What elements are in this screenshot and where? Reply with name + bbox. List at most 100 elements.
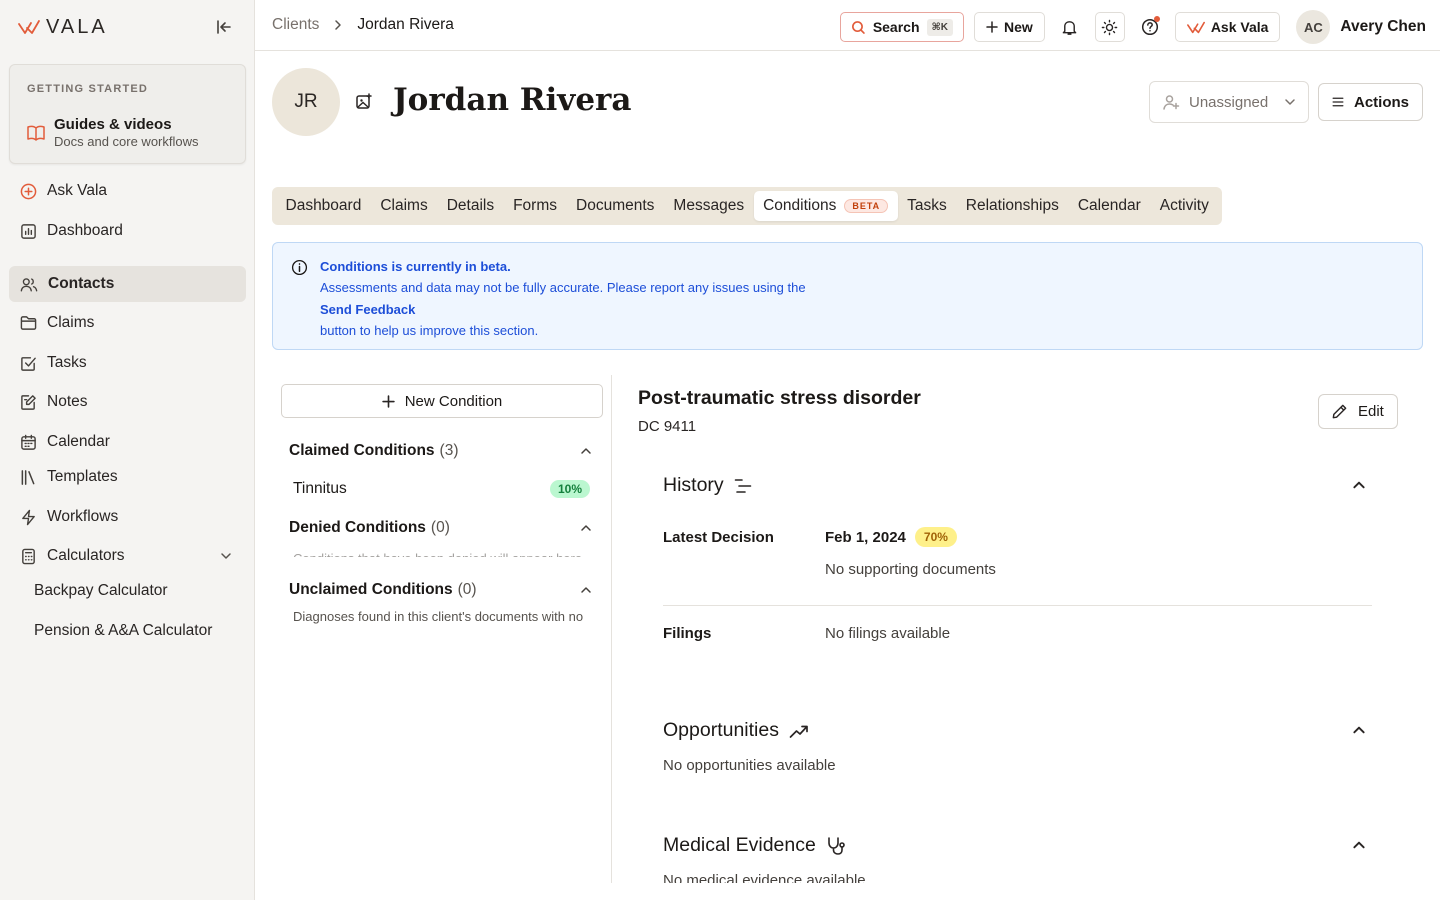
rating-badge: 10% — [549, 480, 590, 498]
search-label: Search — [872, 19, 920, 35]
notifications-button[interactable] — [1055, 12, 1085, 42]
denied-conditions-header[interactable]: Denied Conditions (0) — [289, 519, 592, 537]
supporting-docs-empty: No supporting documents — [825, 561, 996, 578]
condition-name: Tinnitus — [293, 480, 347, 497]
rating-badge: 70% — [914, 527, 957, 547]
sidebar-item-claims[interactable]: Claims — [9, 305, 246, 341]
sidebar-item-notes[interactable]: Notes — [9, 384, 246, 420]
chevron-up-icon[interactable] — [1351, 723, 1367, 737]
new-button[interactable]: New — [974, 12, 1045, 42]
menu-icon — [1332, 97, 1344, 107]
vala-logo[interactable]: VALA — [18, 16, 108, 39]
denied-conditions-note: Conditions that have been denied will ap… — [293, 549, 593, 557]
latest-decision-label: Latest Decision — [663, 529, 774, 546]
collapse-sidebar-icon[interactable] — [212, 15, 236, 39]
chevron-up-icon — [581, 448, 591, 454]
client-tabs: Dashboard Claims Details Forms Documents… — [272, 187, 1223, 225]
getting-started-card[interactable]: GETTING STARTED Guides & videos Docs and… — [9, 64, 246, 164]
sidebar-item-ask-vala[interactable]: Ask Vala — [9, 173, 246, 209]
sidebar-item-tasks[interactable]: Tasks — [9, 345, 246, 381]
theme-toggle-button[interactable] — [1094, 12, 1125, 42]
history-section-header[interactable]: History — [663, 474, 752, 497]
edit-condition-button[interactable]: Edit — [1318, 394, 1398, 429]
tab-conditions[interactable]: Conditions BETA — [753, 191, 898, 221]
vala-logo-icon — [1186, 21, 1205, 33]
users-icon — [20, 277, 38, 291]
search-button[interactable]: Search ⌘K — [840, 12, 965, 42]
sidebar-item-dashboard[interactable]: Dashboard — [9, 213, 246, 249]
group-count: (3) — [439, 442, 459, 459]
tab-relationships[interactable]: Relationships — [956, 191, 1068, 221]
plus-icon — [381, 394, 395, 408]
sidebar-item-label: Calendar — [47, 433, 110, 450]
opportunities-section-header[interactable]: Opportunities — [663, 719, 809, 742]
tab-label: Conditions — [763, 197, 837, 214]
medical-evidence-heading: Medical Evidence — [663, 834, 816, 856]
sidebar-item-label: Contacts — [48, 275, 115, 292]
actions-button[interactable]: Actions — [1318, 83, 1423, 121]
breadcrumb-clients[interactable]: Clients — [272, 16, 319, 34]
beta-info-banner: Conditions is currently in beta. Assessm… — [272, 242, 1423, 350]
filings-empty: No filings available — [825, 625, 951, 642]
tab-messages[interactable]: Messages — [664, 191, 754, 221]
sidebar-item-label: Ask Vala — [47, 182, 108, 199]
sidebar-subitem-pension-calculator[interactable]: Pension & A&A Calculator — [34, 622, 212, 640]
tab-calendar[interactable]: Calendar — [1068, 191, 1150, 221]
ask-vala-label: Ask Vala — [1210, 19, 1269, 35]
condition-item-tinnitus[interactable]: Tinnitus 10% — [293, 480, 590, 498]
conditions-list-panel: New Condition Claimed Conditions (3) Tin… — [272, 375, 612, 883]
tab-dashboard[interactable]: Dashboard — [276, 191, 371, 221]
claimed-conditions-header[interactable]: Claimed Conditions (3) — [289, 442, 592, 460]
opportunities-empty: No opportunities available — [663, 757, 836, 774]
sidebar-subitem-backpay-calculator[interactable]: Backpay Calculator — [34, 582, 168, 600]
latest-decision: Feb 1, 2024 70% — [825, 527, 957, 547]
getting-started-label: GETTING STARTED — [27, 83, 149, 95]
medical-evidence-section-header[interactable]: Medical Evidence — [663, 834, 846, 857]
send-feedback-link[interactable]: Send Feedback — [320, 302, 415, 317]
trending-up-icon — [789, 725, 808, 738]
chevron-right-icon — [335, 20, 342, 30]
new-label: New — [1004, 19, 1033, 35]
tab-details[interactable]: Details — [437, 191, 503, 221]
image-edit-icon[interactable] — [355, 93, 373, 111]
chevron-up-icon[interactable] — [1351, 838, 1367, 852]
assignee-select[interactable]: Unassigned — [1149, 81, 1309, 123]
new-condition-button[interactable]: New Condition — [281, 384, 603, 418]
sidebar-item-templates[interactable]: Templates — [9, 459, 246, 495]
sidebar-item-workflows[interactable]: Workflows — [9, 499, 246, 535]
plus-icon — [986, 21, 998, 33]
search-shortcut: ⌘K — [926, 18, 954, 36]
notification-dot — [1153, 16, 1160, 22]
sidebar-item-calculators[interactable]: Calculators — [9, 538, 246, 574]
checkbox-icon — [21, 356, 36, 371]
group-count: (0) — [457, 581, 477, 598]
stethoscope-icon — [828, 836, 845, 855]
folder-icon — [20, 316, 37, 330]
sidebar-item-contacts[interactable]: Contacts — [9, 266, 246, 302]
sidebar-item-label: Dashboard — [47, 222, 123, 239]
guides-item[interactable]: Guides & videos Docs and core workflows — [26, 116, 199, 149]
breadcrumb-current: Jordan Rivera — [357, 16, 454, 33]
sidebar-item-label: Tasks — [47, 354, 87, 371]
unclaimed-conditions-header[interactable]: Unclaimed Conditions (0) — [289, 581, 592, 599]
breadcrumb: Clients Jordan Rivera — [272, 16, 454, 34]
group-title: Claimed Conditions — [289, 442, 435, 459]
logo-row: VALA — [0, 0, 254, 54]
tab-tasks[interactable]: Tasks — [898, 191, 957, 221]
ask-vala-button[interactable]: Ask Vala — [1174, 12, 1281, 42]
group-count: (0) — [430, 519, 450, 536]
chevron-up-icon[interactable] — [1351, 478, 1367, 492]
sidebar-item-label: Templates — [47, 468, 118, 485]
tab-forms[interactable]: Forms — [504, 191, 567, 221]
tab-activity[interactable]: Activity — [1150, 191, 1218, 221]
sidebar-item-calendar[interactable]: Calendar — [9, 424, 246, 460]
tab-documents[interactable]: Documents — [567, 191, 664, 221]
help-button[interactable] — [1135, 12, 1165, 42]
banner-line-1: Assessments and data may not be fully ac… — [320, 280, 806, 296]
calendar-icon — [21, 434, 36, 450]
user-name: Avery Chen — [1340, 18, 1426, 35]
banner-line-2: button to help us improve this section. — [320, 322, 539, 338]
timeline-icon — [734, 478, 751, 493]
user-menu[interactable]: AC Avery Chen — [1296, 10, 1426, 44]
tab-claims[interactable]: Claims — [371, 191, 437, 221]
